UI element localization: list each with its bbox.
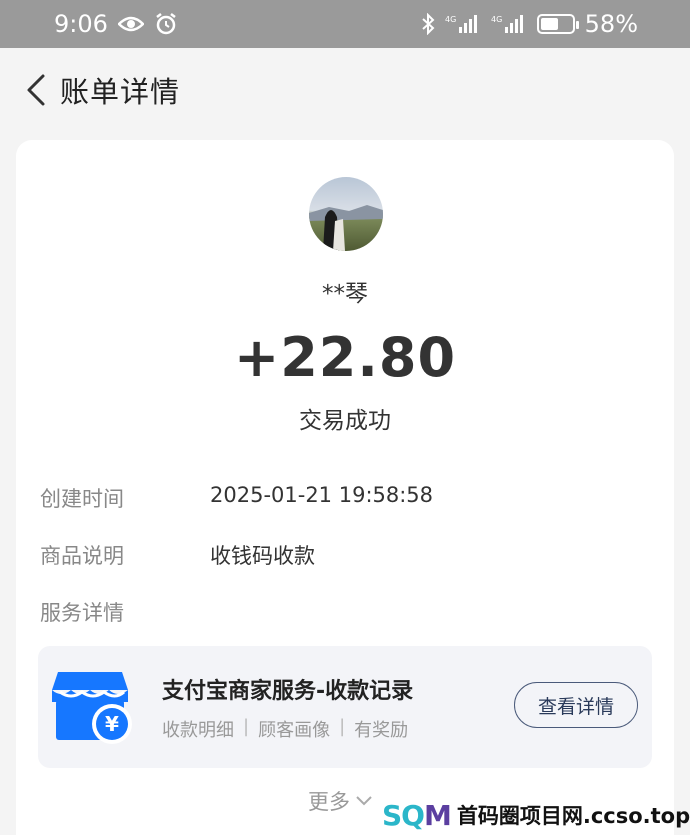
signal-icon: 4G [445,13,481,35]
alarm-icon [154,12,178,36]
separator: | [243,716,250,737]
header: 账单详情 [0,48,690,132]
detail-value: 收钱码收款 [210,544,315,568]
service-sub-item: 有奖励 [354,720,409,741]
eye-icon [117,15,144,33]
status-time: 9:06 [54,10,108,38]
amount: +22.80 [233,326,457,389]
page-title: 账单详情 [60,75,181,109]
separator: | [339,716,346,737]
chevron-left-icon [27,74,45,106]
watermark-text: 首码圈项目网.ccso.top. [456,804,690,828]
view-details-button[interactable]: 查看详情 [514,682,638,728]
merchant-service-card[interactable]: ¥ 支付宝商家服务-收款记录 收款明细 | 顾客画像 | 有奖励 查看详情 [38,646,652,768]
watermark: SQM 首码圈项目网.ccso.top. [382,796,690,834]
battery-icon [536,14,579,34]
battery-fill [540,18,559,30]
chevron-down-icon [356,796,372,806]
shop-yuan-icon: ¥ [52,672,132,744]
transaction-status: 交易成功 [299,408,391,434]
service-subtitle: 收款明细 | 顾客画像 | 有奖励 [162,716,408,742]
detail-label: 商品说明 [40,544,124,568]
payer-name: **琴 [322,281,368,307]
bill-card: **琴 +22.80 交易成功 创建时间 2025-01-21 19:58:58… [16,140,674,835]
more-button[interactable]: 更多 [308,786,374,816]
svg-text:¥: ¥ [105,712,119,736]
more-label: 更多 [308,790,350,814]
avatar[interactable] [309,177,383,251]
back-button[interactable] [8,62,64,118]
watermark-logo: SQM [382,798,452,832]
service-sub-item: 顾客画像 [258,720,331,741]
bluetooth-icon [421,13,435,35]
detail-label: 服务详情 [40,601,124,625]
detail-value: 2025-01-21 19:58:58 [210,483,434,507]
network-type-2: 4G [491,15,502,24]
status-bar: 9:06 4G 4G 58% [0,0,690,48]
service-title: 支付宝商家服务-收款记录 [162,679,414,704]
network-type-1: 4G [445,15,456,24]
detail-label: 创建时间 [40,487,124,511]
service-sub-item: 收款明细 [162,720,234,741]
battery-percent: 58% [584,10,638,38]
signal-icon: 4G [491,13,527,35]
status-bar-right: 4G 4G 58% [421,10,638,38]
status-bar-left: 9:06 [54,10,178,38]
